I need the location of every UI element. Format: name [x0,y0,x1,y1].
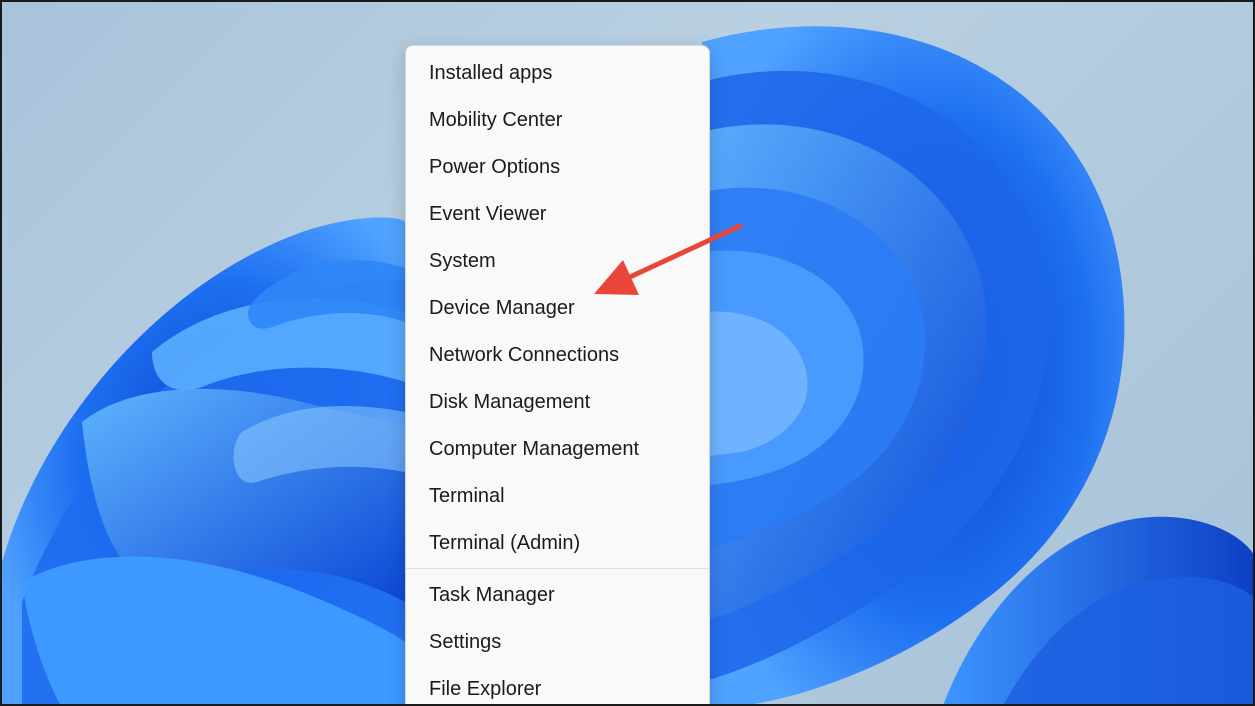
menu-item-computer-management[interactable]: Computer Management [406,426,709,473]
menu-separator [406,568,709,569]
menu-item-event-viewer[interactable]: Event Viewer [406,191,709,238]
menu-item-network-connections[interactable]: Network Connections [406,332,709,379]
menu-item-mobility-center[interactable]: Mobility Center [406,97,709,144]
menu-item-system[interactable]: System [406,238,709,285]
menu-item-task-manager[interactable]: Task Manager [406,572,709,619]
menu-item-terminal[interactable]: Terminal [406,473,709,520]
menu-item-terminal-admin[interactable]: Terminal (Admin) [406,520,709,567]
menu-item-installed-apps[interactable]: Installed apps [406,50,709,97]
winx-context-menu: Installed apps Mobility Center Power Opt… [405,45,710,704]
menu-item-file-explorer[interactable]: File Explorer [406,666,709,704]
menu-item-power-options[interactable]: Power Options [406,144,709,191]
menu-item-settings[interactable]: Settings [406,619,709,666]
menu-item-disk-management[interactable]: Disk Management [406,379,709,426]
desktop: Installed apps Mobility Center Power Opt… [0,0,1255,706]
menu-item-device-manager[interactable]: Device Manager [406,285,709,332]
